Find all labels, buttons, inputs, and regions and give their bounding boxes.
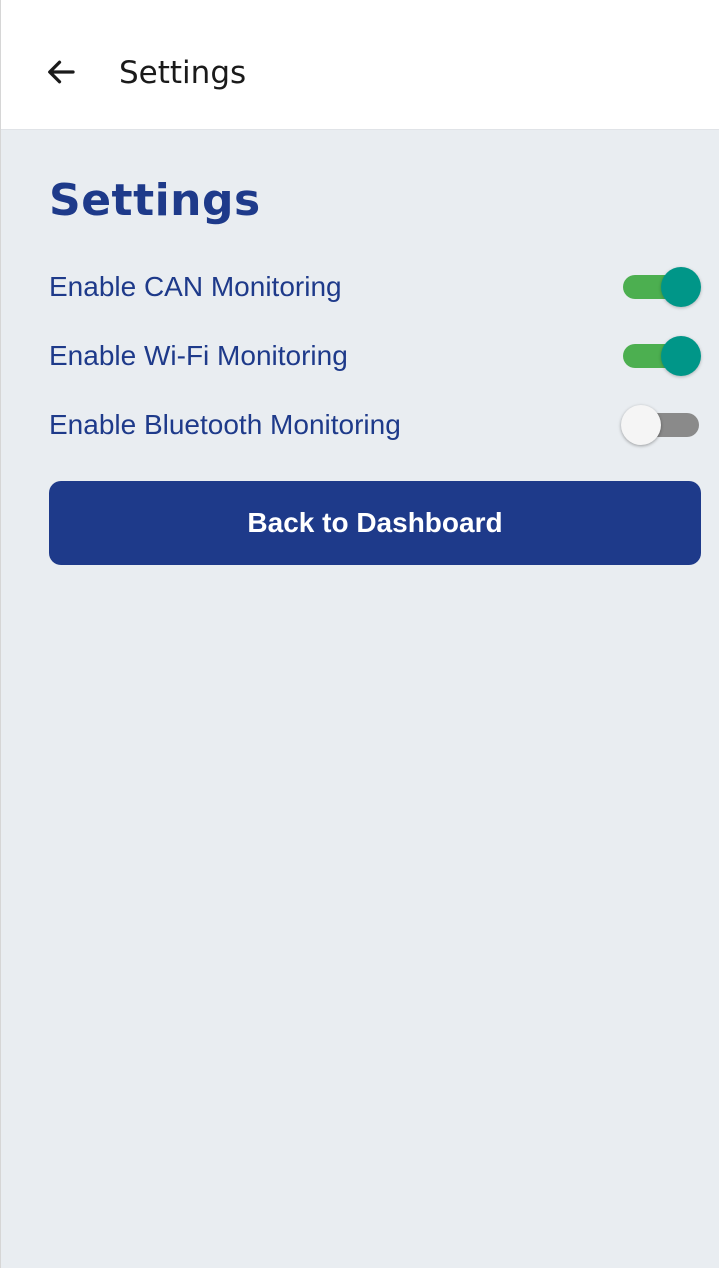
setting-row-wifi: Enable Wi-Fi Monitoring: [49, 321, 701, 390]
back-to-dashboard-button[interactable]: Back to Dashboard: [49, 481, 701, 565]
app-bar-title: Settings: [119, 55, 247, 91]
switch-thumb: [661, 266, 701, 307]
bluetooth-monitoring-switch[interactable]: [621, 403, 701, 447]
back-button[interactable]: [39, 50, 83, 94]
setting-row-bluetooth: Enable Bluetooth Monitoring: [49, 390, 701, 459]
wifi-monitoring-switch[interactable]: [621, 334, 701, 378]
settings-content: Settings Enable CAN Monitoring Enable Wi…: [49, 172, 701, 565]
switch-thumb: [661, 335, 701, 376]
setting-label-can: Enable CAN Monitoring: [49, 270, 342, 302]
setting-label-bluetooth: Enable Bluetooth Monitoring: [49, 408, 401, 440]
switch-thumb: [621, 404, 661, 445]
page-title: Settings: [49, 175, 261, 226]
app-window: Settings Settings Enable CAN Monitoring …: [0, 0, 719, 1268]
setting-row-can: Enable CAN Monitoring: [49, 252, 701, 321]
setting-label-wifi: Enable Wi-Fi Monitoring: [49, 339, 348, 371]
app-bar: Settings: [1, 0, 719, 130]
can-monitoring-switch[interactable]: [621, 265, 701, 309]
settings-list: Enable CAN Monitoring Enable Wi-Fi Monit…: [49, 252, 701, 459]
arrow-left-icon: [48, 60, 75, 84]
